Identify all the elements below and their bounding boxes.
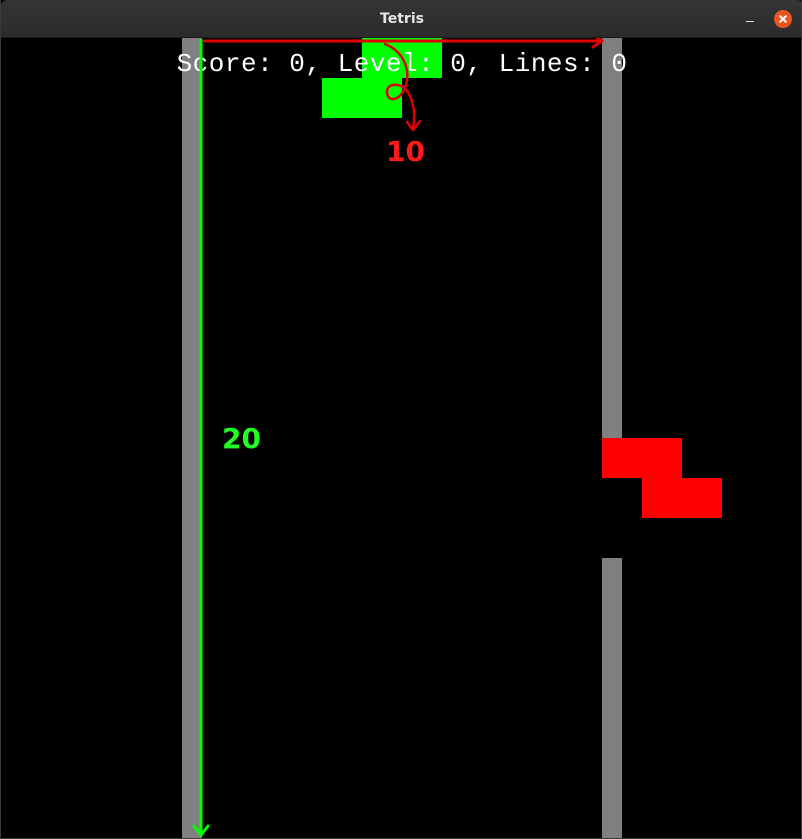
tetris-window: Tetris Score: 0, Level: 0, Lines: 0 10 2… xyxy=(0,0,802,839)
game-canvas[interactable]: Score: 0, Level: 0, Lines: 0 10 20 xyxy=(1,38,801,838)
next-piece-block xyxy=(682,478,722,518)
window-title: Tetris xyxy=(380,11,424,27)
next-piece-block xyxy=(602,438,642,478)
right-wall-bottom xyxy=(602,558,622,838)
right-wall-top xyxy=(602,38,622,438)
close-icon[interactable] xyxy=(774,10,792,28)
current-piece-block xyxy=(362,78,402,118)
minimize-icon[interactable] xyxy=(741,9,761,29)
curly-arrow-head xyxy=(405,119,422,132)
current-piece-block xyxy=(322,78,362,118)
rows-label: 20 xyxy=(222,422,261,455)
score-readout: Score: 0, Level: 0, Lines: 0 xyxy=(176,49,628,79)
left-wall xyxy=(182,38,202,838)
next-piece-block xyxy=(642,438,682,478)
columns-label: 10 xyxy=(386,135,425,168)
next-piece-block xyxy=(642,478,682,518)
width-arrow-head xyxy=(591,38,604,49)
title-bar[interactable]: Tetris xyxy=(1,0,801,38)
